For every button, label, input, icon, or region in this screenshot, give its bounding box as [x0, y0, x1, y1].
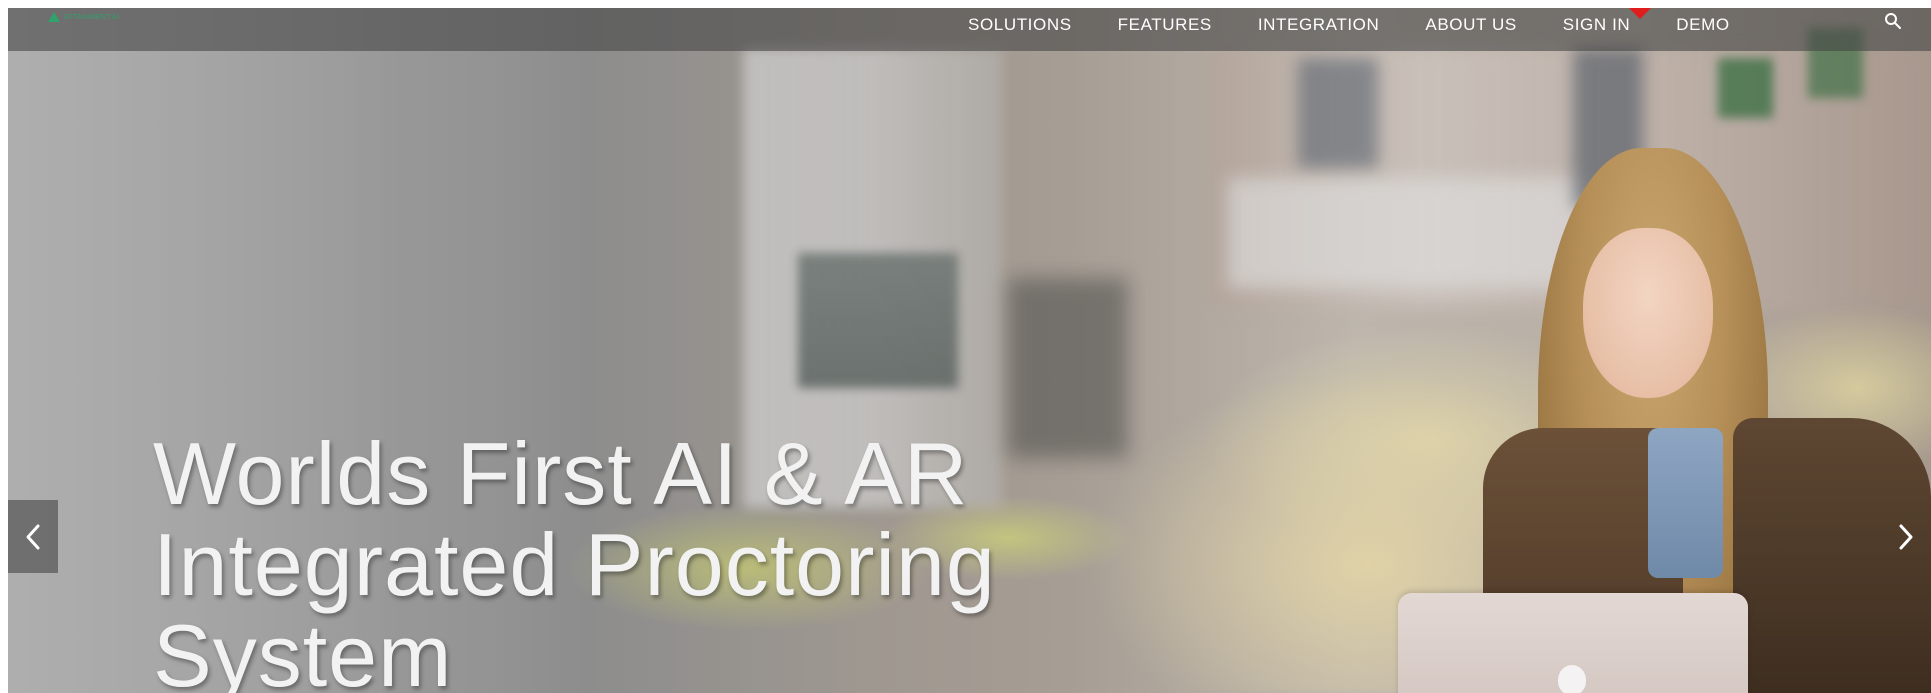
laptop [1398, 593, 1748, 693]
main-nav-menu: SOLUTIONS FEATURES INTEGRATION ABOUT US … [968, 8, 1776, 42]
logo-triangle-icon [48, 12, 60, 22]
hero-title-line: System [153, 606, 453, 693]
search-icon[interactable] [1884, 12, 1902, 30]
background-window [798, 253, 958, 388]
nav-integration[interactable]: INTEGRATION [1258, 15, 1380, 35]
slider-prev-button[interactable] [8, 500, 58, 573]
background-window [1298, 58, 1378, 168]
site-logo[interactable]: ATTAINMENT.AI [48, 10, 119, 24]
background-sign [1718, 58, 1773, 118]
top-navbar: ATTAINMENT.AI SOLUTIONS FEATURES INTEGRA… [8, 8, 1931, 51]
hero-person-image [1398, 138, 1931, 693]
page-viewport: ATTAINMENT.AI SOLUTIONS FEATURES INTEGRA… [8, 8, 1931, 693]
nav-active-marker-icon [1629, 8, 1651, 19]
person-face [1583, 228, 1713, 398]
hero-title: Worlds First AI & AR Integrated Proctori… [153, 428, 1153, 693]
nav-demo[interactable]: DEMO [1676, 15, 1729, 35]
nav-solutions[interactable]: SOLUTIONS [968, 15, 1072, 35]
chevron-right-icon [1899, 524, 1913, 549]
hero-title-line: Worlds First AI & AR [153, 424, 969, 523]
chevron-left-icon [26, 524, 40, 549]
person-shirt [1648, 428, 1723, 578]
hero-title-line: Integrated Proctoring [153, 515, 996, 614]
nav-sign-in[interactable]: SIGN IN [1563, 15, 1631, 35]
logo-text: ATTAINMENT.AI [64, 13, 120, 21]
nav-about-us[interactable]: ABOUT US [1425, 15, 1516, 35]
slider-next-button[interactable] [1881, 500, 1931, 573]
nav-features[interactable]: FEATURES [1118, 15, 1212, 35]
laptop-logo-icon [1558, 665, 1586, 693]
